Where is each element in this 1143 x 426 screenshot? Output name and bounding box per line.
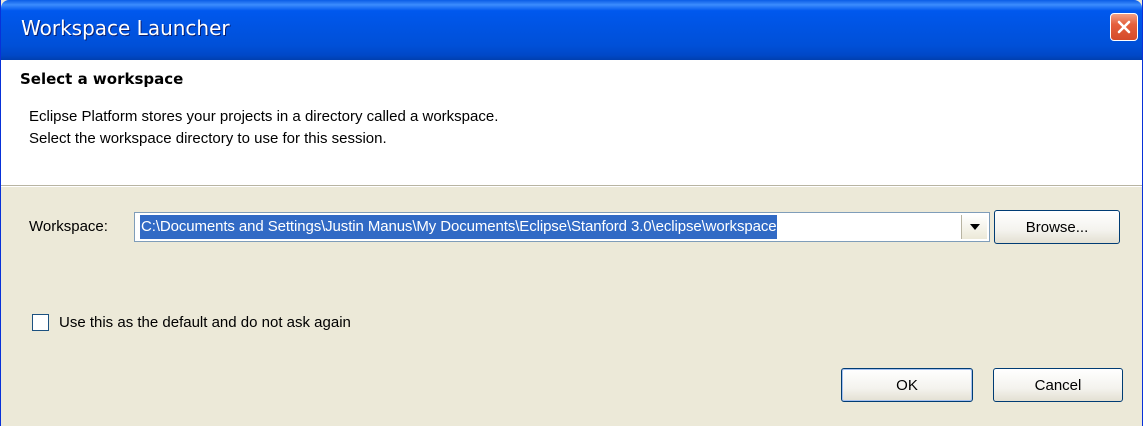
- close-icon: [1117, 20, 1131, 34]
- header-panel: Select a workspace Eclipse Platform stor…: [1, 60, 1142, 186]
- window-title: Workspace Launcher: [21, 16, 230, 40]
- browse-button[interactable]: Browse...: [994, 210, 1120, 244]
- page-title: Select a workspace: [20, 70, 184, 88]
- ok-button[interactable]: OK: [841, 368, 973, 402]
- header-description: Eclipse Platform stores your projects in…: [29, 106, 498, 150]
- workspace-dropdown-button[interactable]: [961, 215, 987, 239]
- chevron-down-icon: [969, 224, 980, 230]
- workspace-launcher-dialog: Workspace Launcher Select a workspace Ec…: [0, 0, 1143, 426]
- title-bar[interactable]: Workspace Launcher: [1, 0, 1142, 60]
- description-line-2: Select the workspace directory to use fo…: [29, 130, 387, 147]
- default-workspace-checkbox[interactable]: [32, 314, 49, 331]
- workspace-label: Workspace:: [29, 218, 108, 235]
- description-line-1: Eclipse Platform stores your projects in…: [29, 108, 499, 125]
- cancel-button[interactable]: Cancel: [993, 368, 1123, 402]
- workspace-combobox[interactable]: C:\Documents and Settings\Justin Manus\M…: [134, 212, 990, 242]
- close-button[interactable]: [1110, 13, 1138, 41]
- workspace-path-input[interactable]: C:\Documents and Settings\Justin Manus\M…: [140, 215, 778, 239]
- default-workspace-label[interactable]: Use this as the default and do not ask a…: [59, 314, 351, 331]
- header-divider: [1, 186, 1142, 187]
